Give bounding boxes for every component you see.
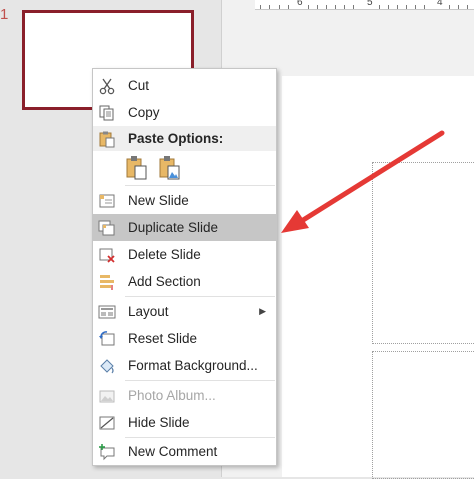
menu-separator xyxy=(125,185,275,186)
paste-as-picture-icon[interactable] xyxy=(159,155,181,181)
menu-item-label: Duplicate Slide xyxy=(128,220,219,235)
menu-item-label: New Slide xyxy=(128,193,189,208)
menu-item-label: Copy xyxy=(128,105,160,120)
scissors-icon xyxy=(99,78,115,95)
menu-separator xyxy=(125,380,275,381)
clipboard-icon xyxy=(99,131,115,148)
menu-item-label: Photo Album... xyxy=(128,388,216,403)
slide-canvas[interactable] xyxy=(282,76,474,479)
format-background-icon xyxy=(100,359,114,374)
menu-item-new-comment[interactable]: New Comment xyxy=(93,438,276,465)
paste-options-header: Paste Options: xyxy=(93,126,276,151)
menu-item-reset-slide[interactable]: Reset Slide xyxy=(93,325,276,352)
slide-number: 1 xyxy=(0,6,9,23)
submenu-arrow-icon: ▶ xyxy=(259,306,266,316)
copy-icon xyxy=(99,105,114,121)
menu-item-duplicate-slide[interactable]: Duplicate Slide xyxy=(93,214,276,241)
menu-separator xyxy=(125,296,275,297)
menu-item-delete-slide[interactable]: Delete Slide xyxy=(93,241,276,268)
layout-icon xyxy=(98,305,116,319)
paste-use-destination-theme-icon[interactable] xyxy=(126,155,148,181)
menu-item-label: Layout xyxy=(128,304,169,319)
menu-item-label: New Comment xyxy=(128,444,218,459)
ruler-label: 4 xyxy=(437,0,443,8)
menu-item-add-section[interactable]: Add Section xyxy=(93,268,276,295)
menu-item-format-background[interactable]: Format Background... xyxy=(93,352,276,379)
duplicate-slide-icon xyxy=(98,220,115,236)
title-placeholder[interactable] xyxy=(372,162,474,344)
paste-options-label: Paste Options: xyxy=(128,131,224,146)
new-comment-icon xyxy=(99,444,115,461)
menu-item-label: Add Section xyxy=(128,274,201,289)
context-menu: Cut Copy Paste Options: New Slide Duplic… xyxy=(92,68,277,466)
delete-slide-icon xyxy=(99,248,115,263)
ruler-label: 6 xyxy=(297,0,303,8)
menu-item-new-slide[interactable]: New Slide xyxy=(93,187,276,214)
reset-slide-icon xyxy=(99,331,115,346)
add-section-icon xyxy=(100,275,114,290)
menu-item-label: Reset Slide xyxy=(128,331,198,346)
subtitle-placeholder[interactable] xyxy=(372,351,474,479)
menu-item-copy[interactable]: Copy xyxy=(93,99,276,126)
menu-item-label: Hide Slide xyxy=(128,415,190,430)
photo-album-icon xyxy=(99,390,115,403)
menu-item-hide-slide[interactable]: Hide Slide xyxy=(93,409,276,436)
menu-item-label: Format Background... xyxy=(128,358,258,373)
menu-item-cut[interactable]: Cut xyxy=(93,72,276,99)
horizontal-ruler: 6 5 4 xyxy=(255,0,474,10)
new-slide-icon xyxy=(99,194,115,208)
ruler-label: 5 xyxy=(367,0,373,8)
menu-item-photo-album: Photo Album... xyxy=(93,382,276,409)
hide-slide-icon xyxy=(99,416,115,430)
menu-item-label: Delete Slide xyxy=(128,247,201,262)
menu-item-layout[interactable]: Layout ▶ xyxy=(93,298,276,325)
menu-item-label: Cut xyxy=(128,78,150,93)
